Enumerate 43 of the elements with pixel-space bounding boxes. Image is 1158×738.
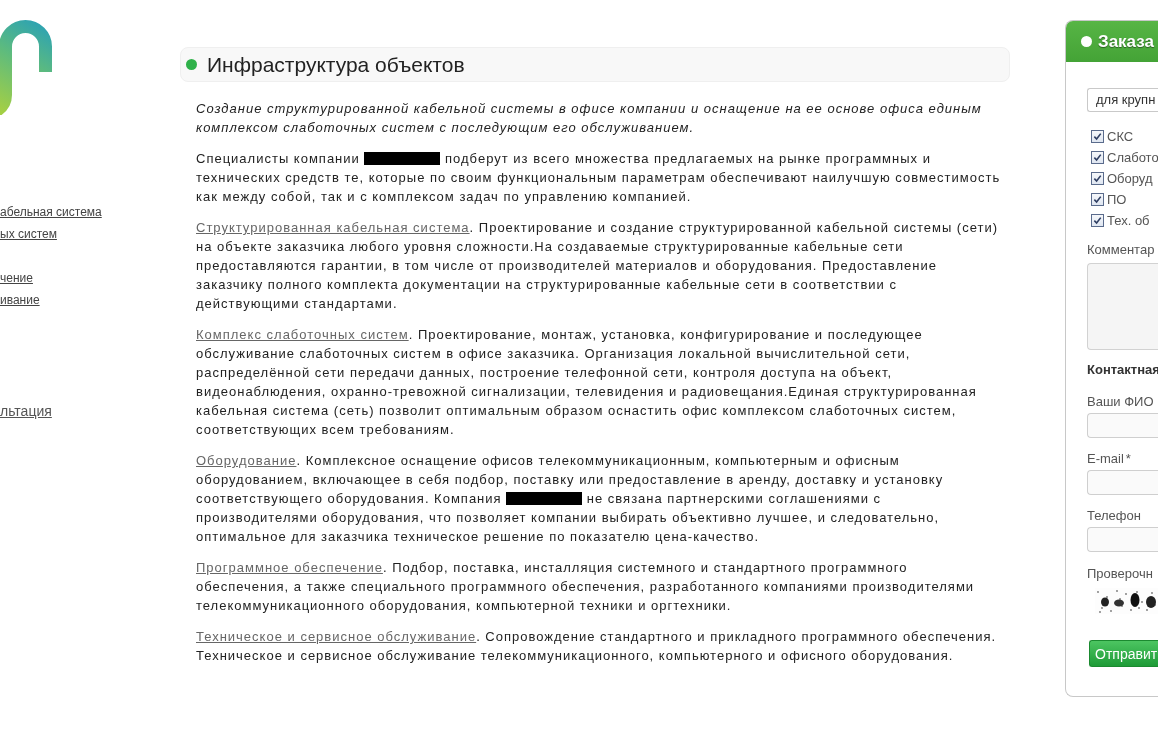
nav-link[interactable]: льтация: [0, 403, 52, 419]
captcha-image: [1095, 588, 1158, 614]
checkbox-label: Тех. об: [1107, 213, 1150, 228]
paragraph: Оборудование. Комплексное оснащение офисов телекоммуникационным, компьютерным и офисным оборудованием, включающее в себя подбор, поставку или предоставление в аренду, доставку и установку соответствующего оборудования. Компания не связана партнерскими соглашениями с производителями оборудования, что позволяет компании выбирать объективно лучшее, и следовательно, оптимальное для заказчика техническое решение по показателю цена-качество.: [196, 452, 945, 546]
paragraph: Техническое и сервисное обслуживание. Сопровождение стандартного и прикладного программного обеспечения. Техническое и сервисное обслуживание телекоммуникационного, компьютерного и офисного оборудования.: [196, 628, 998, 665]
nav-link[interactable]: ых систем: [0, 227, 57, 241]
checkbox-label: Слабото: [1107, 150, 1158, 165]
checkbox-label: СКС: [1107, 129, 1134, 144]
required-mark: *: [1125, 451, 1131, 467]
select-field[interactable]: для крупн: [1087, 88, 1158, 112]
nav-link[interactable]: ивание: [0, 293, 40, 307]
paragraph: Комплекс слаботочных систем. Проектирование, монтаж, установка, конфигурирование и последующее обслуживание слаботочных систем в офисе заказчика. Организация локальной вычислительной сети, распределённой сети передачи данных, построение телефонной сети, контроля доступа на объект, видеонаблюдения, охранно-тревожной сигнализации, телевидения и радиовещания.Единая структурированная кабельная система (сеть) позволит оптимальным образом оснастить офис комплексом слаботочных систем, соответствующих всем требованиям.: [196, 326, 978, 439]
checkbox[interactable]: [1091, 130, 1104, 143]
field-label: Проверочн: [1087, 566, 1153, 582]
bullet-dot-icon: [1081, 36, 1092, 47]
nav-link[interactable]: чение: [0, 271, 33, 285]
checkbox[interactable]: [1091, 193, 1104, 206]
checkbox[interactable]: [1091, 151, 1104, 164]
input-field[interactable]: [1087, 527, 1158, 552]
input-field[interactable]: [1087, 413, 1158, 438]
section-link[interactable]: Техническое и сервисное обслуживание: [196, 629, 477, 644]
checkbox-label: ПО: [1107, 192, 1127, 207]
field-label: Ваши ФИО: [1087, 394, 1154, 410]
checkbox[interactable]: [1091, 172, 1104, 185]
paragraph: Структурированная кабельная система. Проектирование и создание структурированной кабельной системы (сети) на объекте заказчика любого уровня сложности.На создаваемые структурированные кабельные сети предоставляются гарантии, в том числе от производителей материалов и оборудования. Предоставление заказчику полного комплекта документации на структурированные кабельные сети в соответствии с действующими стандартами.: [196, 219, 1000, 313]
intro-paragraph: Создание структурированной кабельной системы в офисе компании и оснащение на ее основе офиса единым комплексом слаботочных систем с последующим его обслуживанием.: [196, 100, 983, 137]
checkbox[interactable]: [1091, 214, 1104, 227]
section-link[interactable]: Оборудование: [196, 453, 297, 468]
page-title: Инфраструктура объектов: [207, 52, 465, 77]
section-link[interactable]: Комплекс слаботочных систем: [196, 327, 409, 342]
input-field[interactable]: [1087, 470, 1158, 495]
nav-link[interactable]: абельная система: [0, 205, 102, 219]
field-label: Комментар: [1087, 242, 1155, 258]
section-link[interactable]: Структурированная кабельная система: [196, 220, 470, 235]
field-label: E-mail: [1087, 451, 1124, 467]
section-link[interactable]: Программное обеспечение: [196, 560, 383, 575]
bullet-dot-icon: [186, 59, 197, 70]
panel-title: Заказа: [1098, 31, 1154, 52]
field-label: Телефон: [1087, 508, 1141, 524]
paragraph: Программное обеспечение. Подбор, поставка, инсталляция системного и стандартного программного обеспечения, а также специального программного обеспечения, разработанного компаниями производителями телекоммуникационного оборудования, компьютерной техники и оргтехники.: [196, 559, 976, 615]
comment-field[interactable]: [1087, 263, 1158, 350]
checkbox-label: Оборуд: [1107, 171, 1153, 186]
paragraph: Специалисты компании подберут из всего множества предлагаемых на рынке программных и технических средств те, которые по своим функциональным параметрам обеспечивают наилучшую совместимость как между собой, так и с комплексом задач по управлению компанией.: [196, 150, 1002, 206]
